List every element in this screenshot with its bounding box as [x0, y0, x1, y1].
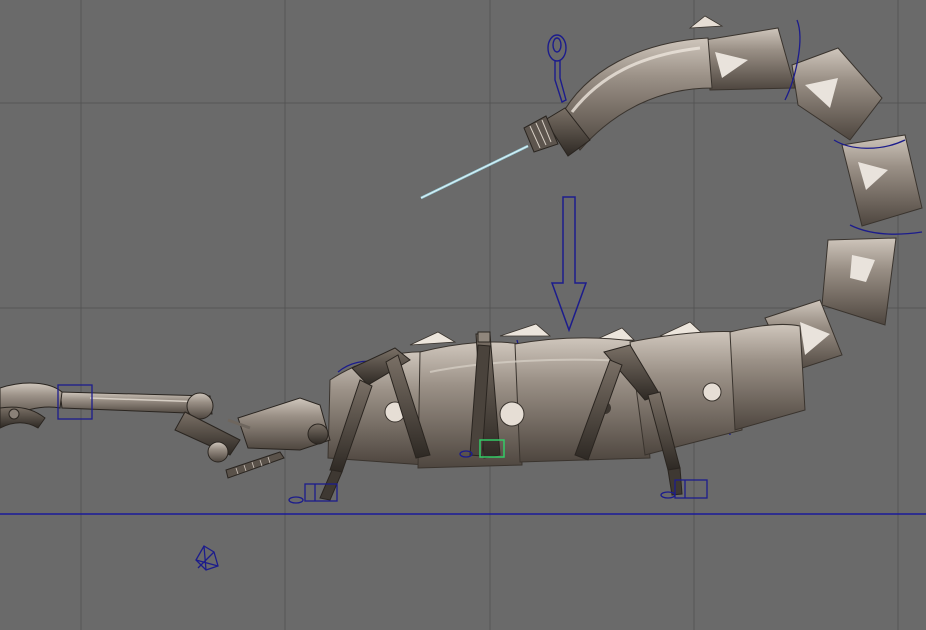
body-segment[interactable] [729, 323, 806, 431]
foot-control-rear[interactable] [660, 479, 708, 499]
camera-locator-icon[interactable] [195, 545, 219, 571]
scorpion-claw-arm[interactable] [0, 382, 331, 479]
scorpion-tail[interactable] [420, 15, 923, 373]
stinger-tip-control[interactable] [547, 34, 567, 103]
tail-segment[interactable] [791, 47, 883, 141]
rig-arrow-control[interactable] [550, 196, 588, 333]
tail-segment[interactable] [841, 134, 923, 227]
3d-viewport[interactable] [0, 0, 926, 630]
viewport-canvas[interactable] [0, 0, 926, 630]
tail-segment[interactable] [821, 237, 897, 326]
